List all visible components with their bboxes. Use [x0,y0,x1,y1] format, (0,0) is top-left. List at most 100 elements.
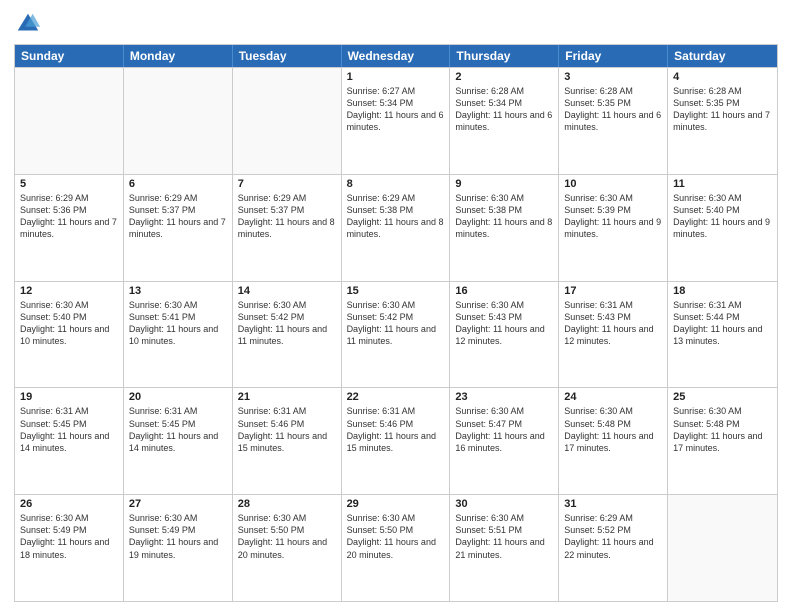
calendar-cell: 6 Sunrise: 6:29 AM Sunset: 5:37 PM Daylig… [124,175,233,281]
cell-info: Sunrise: 6:30 AM Sunset: 5:48 PM Dayligh… [673,405,772,454]
calendar-cell: 15 Sunrise: 6:30 AM Sunset: 5:42 PM Dayli… [342,282,451,388]
calendar-cell [233,68,342,174]
cell-date: 16 [455,285,553,297]
calendar-cell: 2Sunrise: 6:28 AM Sunset: 5:34 PM Daylig… [450,68,559,174]
cell-date: 24 [564,391,662,403]
calendar-cell: 22 Sunrise: 6:31 AM Sunset: 5:46 PM Dayli… [342,388,451,494]
calendar-cell: 23 Sunrise: 6:30 AM Sunset: 5:47 PM Dayli… [450,388,559,494]
calendar-row-4: 26 Sunrise: 6:30 AM Sunset: 5:49 PM Dayli… [15,494,777,601]
calendar-cell: 21Sunrise: 6:31 AM Sunset: 5:46 PM Dayli… [233,388,342,494]
cell-info: Sunrise: 6:31 AM Sunset: 5:46 PM Dayligh… [238,405,336,454]
calendar-cell: 9 Sunrise: 6:30 AM Sunset: 5:38 PM Daylig… [450,175,559,281]
cell-info: Sunrise: 6:30 AM Sunset: 5:39 PM Dayligh… [564,192,662,241]
cell-date: 2 [455,71,553,83]
calendar-cell: 24 Sunrise: 6:30 AM Sunset: 5:48 PM Dayli… [559,388,668,494]
cell-info: Sunrise: 6:30 AM Sunset: 5:47 PM Dayligh… [455,405,553,454]
cell-date: 14 [238,285,336,297]
calendar-header: SundayMondayTuesdayWednesdayThursdayFrid… [15,45,777,67]
calendar-cell: 13 Sunrise: 6:30 AM Sunset: 5:41 PM Dayli… [124,282,233,388]
weekday-header-tuesday: Tuesday [233,45,342,67]
weekday-header-sunday: Sunday [15,45,124,67]
cell-info: Sunrise: 6:30 AM Sunset: 5:49 PM Dayligh… [20,512,118,561]
calendar-cell: 31Sunrise: 6:29 AM Sunset: 5:52 PM Dayli… [559,495,668,601]
cell-info: Sunrise: 6:31 AM Sunset: 5:46 PM Dayligh… [347,405,445,454]
calendar-cell: 17 Sunrise: 6:31 AM Sunset: 5:43 PM Dayli… [559,282,668,388]
calendar-cell: 1Sunrise: 6:27 AM Sunset: 5:34 PM Daylig… [342,68,451,174]
cell-info: Sunrise: 6:28 AM Sunset: 5:35 PM Dayligh… [564,85,662,134]
logo-icon [14,10,42,38]
cell-date: 7 [238,178,336,190]
logo [14,10,46,38]
calendar-cell: 18Sunrise: 6:31 AM Sunset: 5:44 PM Dayli… [668,282,777,388]
cell-date: 30 [455,498,553,510]
cell-info: Sunrise: 6:31 AM Sunset: 5:43 PM Dayligh… [564,299,662,348]
cell-info: Sunrise: 6:30 AM Sunset: 5:51 PM Dayligh… [455,512,553,561]
calendar-cell: 7 Sunrise: 6:29 AM Sunset: 5:37 PM Daylig… [233,175,342,281]
cell-date: 6 [129,178,227,190]
calendar-cell: 20Sunrise: 6:31 AM Sunset: 5:45 PM Dayli… [124,388,233,494]
cell-info: Sunrise: 6:30 AM Sunset: 5:49 PM Dayligh… [129,512,227,561]
cell-info: Sunrise: 6:31 AM Sunset: 5:45 PM Dayligh… [129,405,227,454]
calendar-row-0: 1Sunrise: 6:27 AM Sunset: 5:34 PM Daylig… [15,67,777,174]
calendar-cell: 3 Sunrise: 6:28 AM Sunset: 5:35 PM Daylig… [559,68,668,174]
calendar-cell [15,68,124,174]
cell-date: 23 [455,391,553,403]
cell-info: Sunrise: 6:31 AM Sunset: 5:45 PM Dayligh… [20,405,118,454]
cell-date: 8 [347,178,445,190]
weekday-header-friday: Friday [559,45,668,67]
page: SundayMondayTuesdayWednesdayThursdayFrid… [0,0,792,612]
cell-info: Sunrise: 6:29 AM Sunset: 5:38 PM Dayligh… [347,192,445,241]
cell-date: 15 [347,285,445,297]
cell-date: 19 [20,391,118,403]
calendar-cell: 8 Sunrise: 6:29 AM Sunset: 5:38 PM Daylig… [342,175,451,281]
cell-info: Sunrise: 6:30 AM Sunset: 5:38 PM Dayligh… [455,192,553,241]
cell-info: Sunrise: 6:29 AM Sunset: 5:52 PM Dayligh… [564,512,662,561]
calendar-cell: 14Sunrise: 6:30 AM Sunset: 5:42 PM Dayli… [233,282,342,388]
cell-date: 11 [673,178,772,190]
cell-date: 17 [564,285,662,297]
cell-date: 22 [347,391,445,403]
cell-info: Sunrise: 6:29 AM Sunset: 5:36 PM Dayligh… [20,192,118,241]
calendar-row-2: 12Sunrise: 6:30 AM Sunset: 5:40 PM Dayli… [15,281,777,388]
cell-info: Sunrise: 6:30 AM Sunset: 5:43 PM Dayligh… [455,299,553,348]
calendar-row-1: 5 Sunrise: 6:29 AM Sunset: 5:36 PM Daylig… [15,174,777,281]
calendar-cell: 5 Sunrise: 6:29 AM Sunset: 5:36 PM Daylig… [15,175,124,281]
calendar-row-3: 19 Sunrise: 6:31 AM Sunset: 5:45 PM Dayli… [15,387,777,494]
calendar-cell: 30 Sunrise: 6:30 AM Sunset: 5:51 PM Dayli… [450,495,559,601]
cell-date: 25 [673,391,772,403]
weekday-header-saturday: Saturday [668,45,777,67]
calendar-cell: 26 Sunrise: 6:30 AM Sunset: 5:49 PM Dayli… [15,495,124,601]
calendar-cell: 29Sunrise: 6:30 AM Sunset: 5:50 PM Dayli… [342,495,451,601]
cell-date: 3 [564,71,662,83]
cell-info: Sunrise: 6:30 AM Sunset: 5:40 PM Dayligh… [673,192,772,241]
calendar-cell: 16 Sunrise: 6:30 AM Sunset: 5:43 PM Dayli… [450,282,559,388]
cell-date: 4 [673,71,772,83]
calendar-cell: 28Sunrise: 6:30 AM Sunset: 5:50 PM Dayli… [233,495,342,601]
weekday-header-thursday: Thursday [450,45,559,67]
weekday-header-monday: Monday [124,45,233,67]
calendar-cell: 25 Sunrise: 6:30 AM Sunset: 5:48 PM Dayli… [668,388,777,494]
header [14,10,778,38]
cell-info: Sunrise: 6:30 AM Sunset: 5:42 PM Dayligh… [347,299,445,348]
cell-info: Sunrise: 6:30 AM Sunset: 5:48 PM Dayligh… [564,405,662,454]
cell-date: 28 [238,498,336,510]
calendar-cell: 27Sunrise: 6:30 AM Sunset: 5:49 PM Dayli… [124,495,233,601]
cell-date: 29 [347,498,445,510]
calendar: SundayMondayTuesdayWednesdayThursdayFrid… [14,44,778,602]
calendar-cell: 12Sunrise: 6:30 AM Sunset: 5:40 PM Dayli… [15,282,124,388]
cell-date: 26 [20,498,118,510]
cell-date: 18 [673,285,772,297]
cell-info: Sunrise: 6:29 AM Sunset: 5:37 PM Dayligh… [129,192,227,241]
calendar-cell: 19 Sunrise: 6:31 AM Sunset: 5:45 PM Dayli… [15,388,124,494]
cell-info: Sunrise: 6:29 AM Sunset: 5:37 PM Dayligh… [238,192,336,241]
cell-date: 13 [129,285,227,297]
cell-info: Sunrise: 6:30 AM Sunset: 5:41 PM Dayligh… [129,299,227,348]
cell-date: 5 [20,178,118,190]
weekday-header-wednesday: Wednesday [342,45,451,67]
calendar-body: 1Sunrise: 6:27 AM Sunset: 5:34 PM Daylig… [15,67,777,601]
calendar-cell: 4Sunrise: 6:28 AM Sunset: 5:35 PM Daylig… [668,68,777,174]
cell-date: 9 [455,178,553,190]
calendar-cell [668,495,777,601]
cell-info: Sunrise: 6:30 AM Sunset: 5:40 PM Dayligh… [20,299,118,348]
cell-date: 1 [347,71,445,83]
